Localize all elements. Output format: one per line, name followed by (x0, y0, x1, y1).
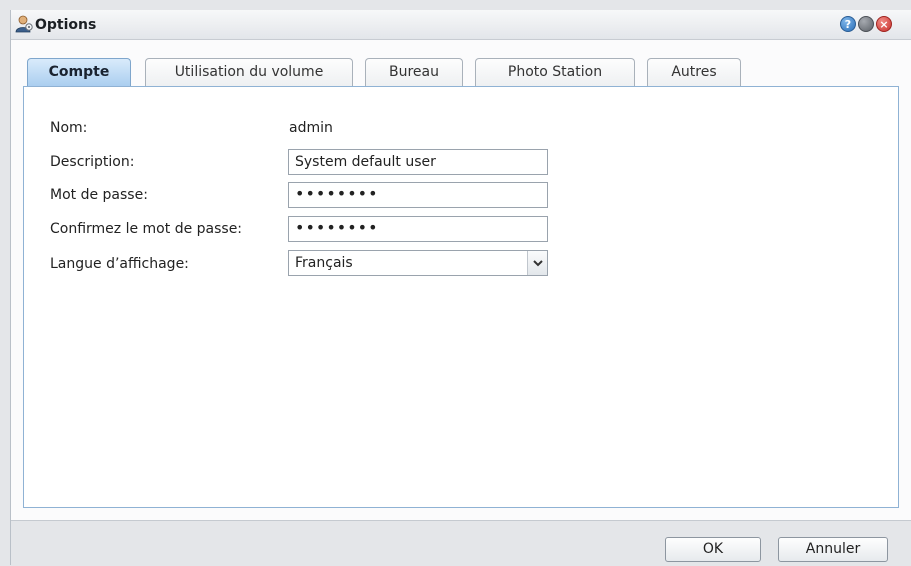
tab-utilisation-du-volume[interactable]: Utilisation du volume (145, 58, 353, 86)
minimize-icon[interactable] (858, 16, 874, 32)
options-window: Options ? × Compte Utilisation du volume… (10, 10, 911, 566)
language-select[interactable]: Français (288, 250, 548, 276)
password-input[interactable]: •••••••• (288, 182, 548, 208)
language-label: Langue d’affichage: (50, 256, 189, 272)
tab-bureau[interactable]: Bureau (365, 58, 463, 86)
user-options-icon (15, 15, 33, 33)
language-select-value: Français (295, 255, 353, 271)
close-icon[interactable]: × (876, 16, 892, 32)
confirm-password-input[interactable]: •••••••• (288, 216, 548, 242)
password-label: Mot de passe: (50, 187, 148, 203)
tab-autres[interactable]: Autres (647, 58, 741, 86)
tab-compte[interactable]: Compte (27, 58, 131, 87)
dialog-footer: OK Annuler (11, 520, 911, 566)
description-input[interactable]: System default user (288, 149, 548, 175)
name-value: admin (289, 120, 333, 136)
help-icon[interactable]: ? (840, 16, 856, 32)
confirm-password-label: Confirmez le mot de passe: (50, 221, 243, 237)
ok-button[interactable]: OK (665, 537, 761, 562)
dropdown-arrow[interactable] (527, 251, 547, 275)
window-title: Options (35, 17, 97, 33)
chevron-down-icon (533, 260, 543, 267)
description-label: Description: (50, 154, 135, 170)
tab-photo-station[interactable]: Photo Station (475, 58, 635, 86)
title-bar[interactable]: Options ? × (11, 10, 911, 40)
name-label: Nom: (50, 120, 88, 136)
cancel-button[interactable]: Annuler (778, 537, 888, 562)
